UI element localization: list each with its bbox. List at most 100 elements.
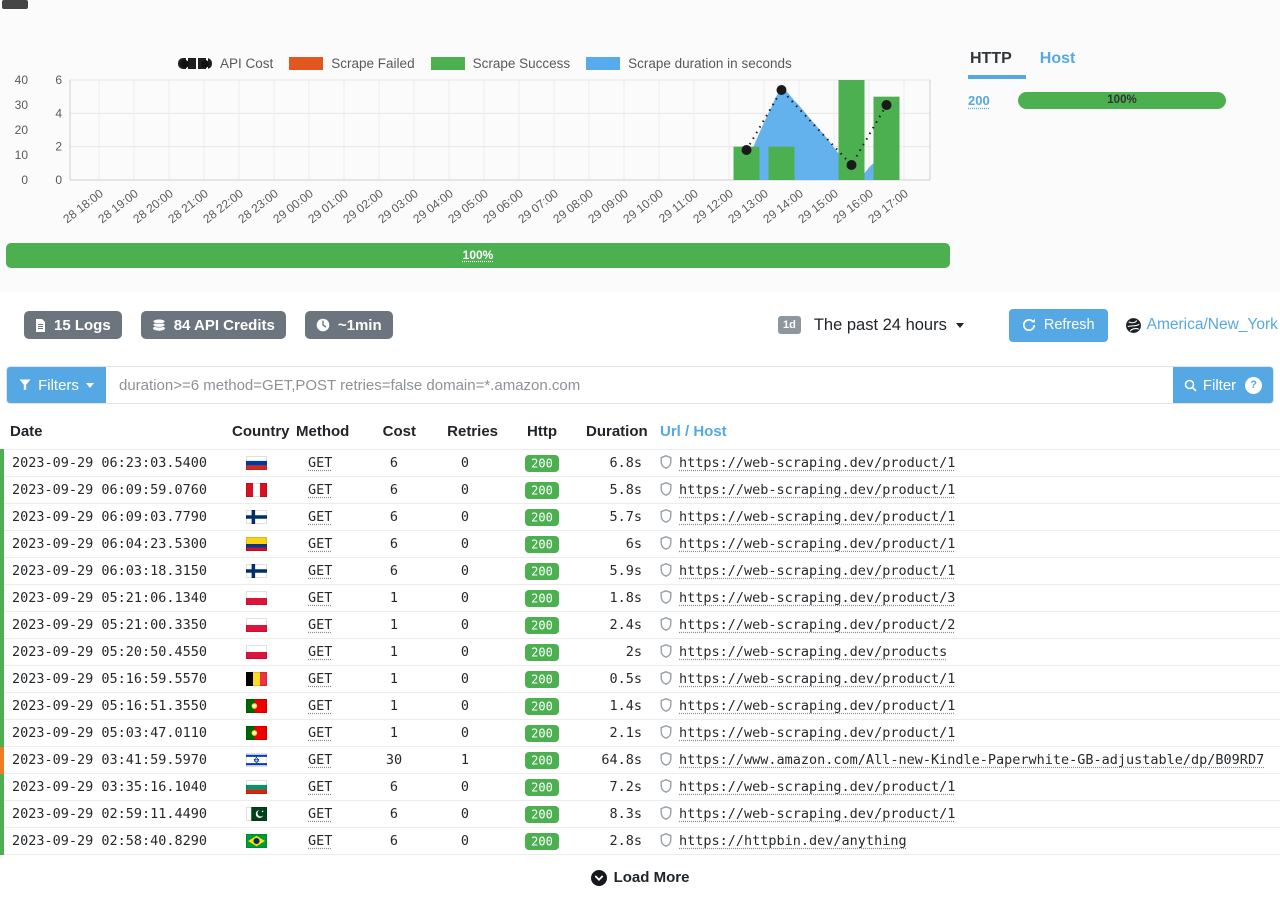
- log-url-link[interactable]: https://web-scraping.dev/product/1: [679, 725, 955, 741]
- log-url-link[interactable]: https://web-scraping.dev/products: [679, 644, 947, 660]
- log-url-link[interactable]: https://web-scraping.dev/product/2: [679, 617, 955, 633]
- log-table-row[interactable]: 2023-09-29 05:16:59.5570 GET 1 0 200 0.5…: [2, 666, 1280, 693]
- method-label[interactable]: GET: [308, 725, 332, 741]
- http-status-badge[interactable]: 200: [525, 509, 559, 526]
- log-url-link[interactable]: https://www.amazon.com/All-new-Kindle-Pa…: [679, 752, 1264, 768]
- method-label[interactable]: GET: [308, 779, 332, 795]
- log-url-link[interactable]: https://web-scraping.dev/product/1: [679, 509, 955, 525]
- load-more-button[interactable]: Load More: [0, 869, 1280, 886]
- log-table-row[interactable]: 2023-09-29 03:41:59.5970 GET 30 1 200 64…: [2, 747, 1280, 774]
- status-code-link[interactable]: 200: [968, 93, 1018, 108]
- shield-icon: [660, 698, 672, 712]
- log-http-cell: 200: [506, 450, 578, 477]
- log-url-link[interactable]: https://web-scraping.dev/product/1: [679, 779, 955, 795]
- http-status-badge[interactable]: 200: [525, 725, 559, 742]
- http-status-badge[interactable]: 200: [525, 644, 559, 661]
- country-flag-icon: [246, 779, 267, 795]
- log-http-cell: 200: [506, 585, 578, 612]
- method-label[interactable]: GET: [308, 563, 332, 579]
- log-table-row[interactable]: 2023-09-29 06:09:03.7790 GET 6 0 200 5.7…: [2, 504, 1280, 531]
- method-label[interactable]: GET: [308, 590, 332, 606]
- log-url-link[interactable]: https://web-scraping.dev/product/1: [679, 671, 955, 687]
- log-table-row[interactable]: 2023-09-29 06:09:59.0760 GET 6 0 200 5.8…: [2, 477, 1280, 504]
- http-status-badge[interactable]: 200: [525, 779, 559, 796]
- filters-button-label: Filters: [38, 377, 79, 394]
- filters-dropdown-button[interactable]: Filters: [7, 367, 106, 403]
- success-rate-label[interactable]: 100%: [463, 248, 494, 262]
- log-url-link[interactable]: https://web-scraping.dev/product/1: [679, 482, 955, 498]
- refresh-button[interactable]: Refresh: [1009, 309, 1108, 342]
- apply-filter-button[interactable]: Filter: [1184, 377, 1236, 394]
- corner-artifact: [2, 0, 28, 9]
- log-url-cell: https://web-scraping.dev/product/1: [652, 801, 1280, 828]
- method-label[interactable]: GET: [308, 509, 332, 525]
- http-status-badge[interactable]: 200: [525, 806, 559, 823]
- log-method-cell: GET: [288, 828, 364, 855]
- log-url-link[interactable]: https://web-scraping.dev/product/1: [679, 455, 955, 471]
- method-label[interactable]: GET: [308, 806, 332, 822]
- http-status-badge[interactable]: 200: [525, 671, 559, 688]
- http-status-badge[interactable]: 200: [525, 482, 559, 499]
- http-status-badge[interactable]: 200: [525, 617, 559, 634]
- traffic-chart: 010203040024628 18:0028 19:0028 20:0028 …: [0, 72, 945, 242]
- log-method-cell: GET: [288, 531, 364, 558]
- log-table-row[interactable]: 2023-09-29 06:03:18.3150 GET 6 0 200 5.9…: [2, 558, 1280, 585]
- log-url-link[interactable]: https://web-scraping.dev/product/1: [679, 563, 955, 579]
- tab-host[interactable]: Host: [1026, 50, 1086, 79]
- method-label[interactable]: GET: [308, 671, 332, 687]
- duration-total-label: ~1min: [338, 317, 382, 334]
- log-http-cell: 200: [506, 504, 578, 531]
- http-status-badge[interactable]: 200: [525, 563, 559, 580]
- http-status-badge[interactable]: 200: [525, 536, 559, 553]
- method-label[interactable]: GET: [308, 698, 332, 714]
- log-url-link[interactable]: https://web-scraping.dev/product/1: [679, 806, 955, 822]
- timezone-link[interactable]: America/New_York: [1147, 316, 1278, 334]
- method-label[interactable]: GET: [308, 752, 332, 768]
- col-header-http: Http: [506, 416, 578, 450]
- country-flag-icon: [246, 671, 267, 687]
- log-table-row[interactable]: 2023-09-29 02:59:11.4490 GET 6 0 200 8.3…: [2, 801, 1280, 828]
- log-table-row[interactable]: 2023-09-29 05:16:51.3550 GET 1 0 200 1.4…: [2, 693, 1280, 720]
- log-table-row[interactable]: 2023-09-29 06:23:03.5400 GET 6 0 200 6.8…: [2, 450, 1280, 477]
- country-cell: [224, 693, 288, 720]
- file-icon: [35, 319, 46, 332]
- log-table-row[interactable]: 2023-09-29 02:58:40.8290 GET 6 0 200 2.8…: [2, 828, 1280, 855]
- method-label[interactable]: GET: [308, 644, 332, 660]
- method-label[interactable]: GET: [308, 617, 332, 633]
- log-url-link[interactable]: https://web-scraping.dev/product/1: [679, 698, 955, 714]
- country-flag-icon: [246, 617, 267, 633]
- log-table-row[interactable]: 2023-09-29 05:20:50.4550 GET 1 0 200 2s …: [2, 639, 1280, 666]
- filter-help-icon[interactable]: ?: [1245, 377, 1262, 394]
- http-status-badge[interactable]: 200: [525, 833, 559, 850]
- duration-total-badge: ~1min: [305, 311, 393, 339]
- log-table-row[interactable]: 2023-09-29 06:04:23.5300 GET 6 0 200 6s …: [2, 531, 1280, 558]
- method-label[interactable]: GET: [308, 536, 332, 552]
- log-table-row[interactable]: 2023-09-29 03:35:16.1040 GET 6 0 200 7.2…: [2, 774, 1280, 801]
- country-cell: [224, 747, 288, 774]
- shield-icon: [660, 806, 672, 820]
- log-url-link[interactable]: https://httpbin.dev/anything: [679, 833, 907, 849]
- log-table-row[interactable]: 2023-09-29 05:21:06.1340 GET 1 0 200 1.8…: [2, 585, 1280, 612]
- log-retries: 0: [424, 666, 506, 693]
- col-header-url-host[interactable]: Url / Host: [652, 416, 1280, 450]
- filter-query-input[interactable]: [106, 367, 1173, 403]
- method-label[interactable]: GET: [308, 455, 332, 471]
- http-status-badge[interactable]: 200: [525, 455, 559, 472]
- http-status-badge[interactable]: 200: [525, 698, 559, 715]
- http-status-badge[interactable]: 200: [525, 752, 559, 769]
- log-url-link[interactable]: https://web-scraping.dev/product/1: [679, 536, 955, 552]
- log-url-link[interactable]: https://web-scraping.dev/product/3: [679, 590, 955, 606]
- method-label[interactable]: GET: [308, 833, 332, 849]
- shield-icon: [660, 590, 672, 604]
- time-range-dropdown[interactable]: The past 24 hours: [814, 316, 947, 335]
- http-status-badge[interactable]: 200: [525, 590, 559, 607]
- log-retries: 0: [424, 504, 506, 531]
- log-date: 2023-09-29 06:23:03.5400: [2, 450, 224, 477]
- chevron-down-icon[interactable]: [956, 323, 964, 328]
- method-label[interactable]: GET: [308, 482, 332, 498]
- log-url-cell: https://www.amazon.com/All-new-Kindle-Pa…: [652, 747, 1280, 774]
- log-retries: 0: [424, 693, 506, 720]
- log-table-row[interactable]: 2023-09-29 05:03:47.0110 GET 1 0 200 2.1…: [2, 720, 1280, 747]
- tab-http[interactable]: HTTP: [968, 50, 1026, 79]
- log-table-row[interactable]: 2023-09-29 05:21:00.3350 GET 1 0 200 2.4…: [2, 612, 1280, 639]
